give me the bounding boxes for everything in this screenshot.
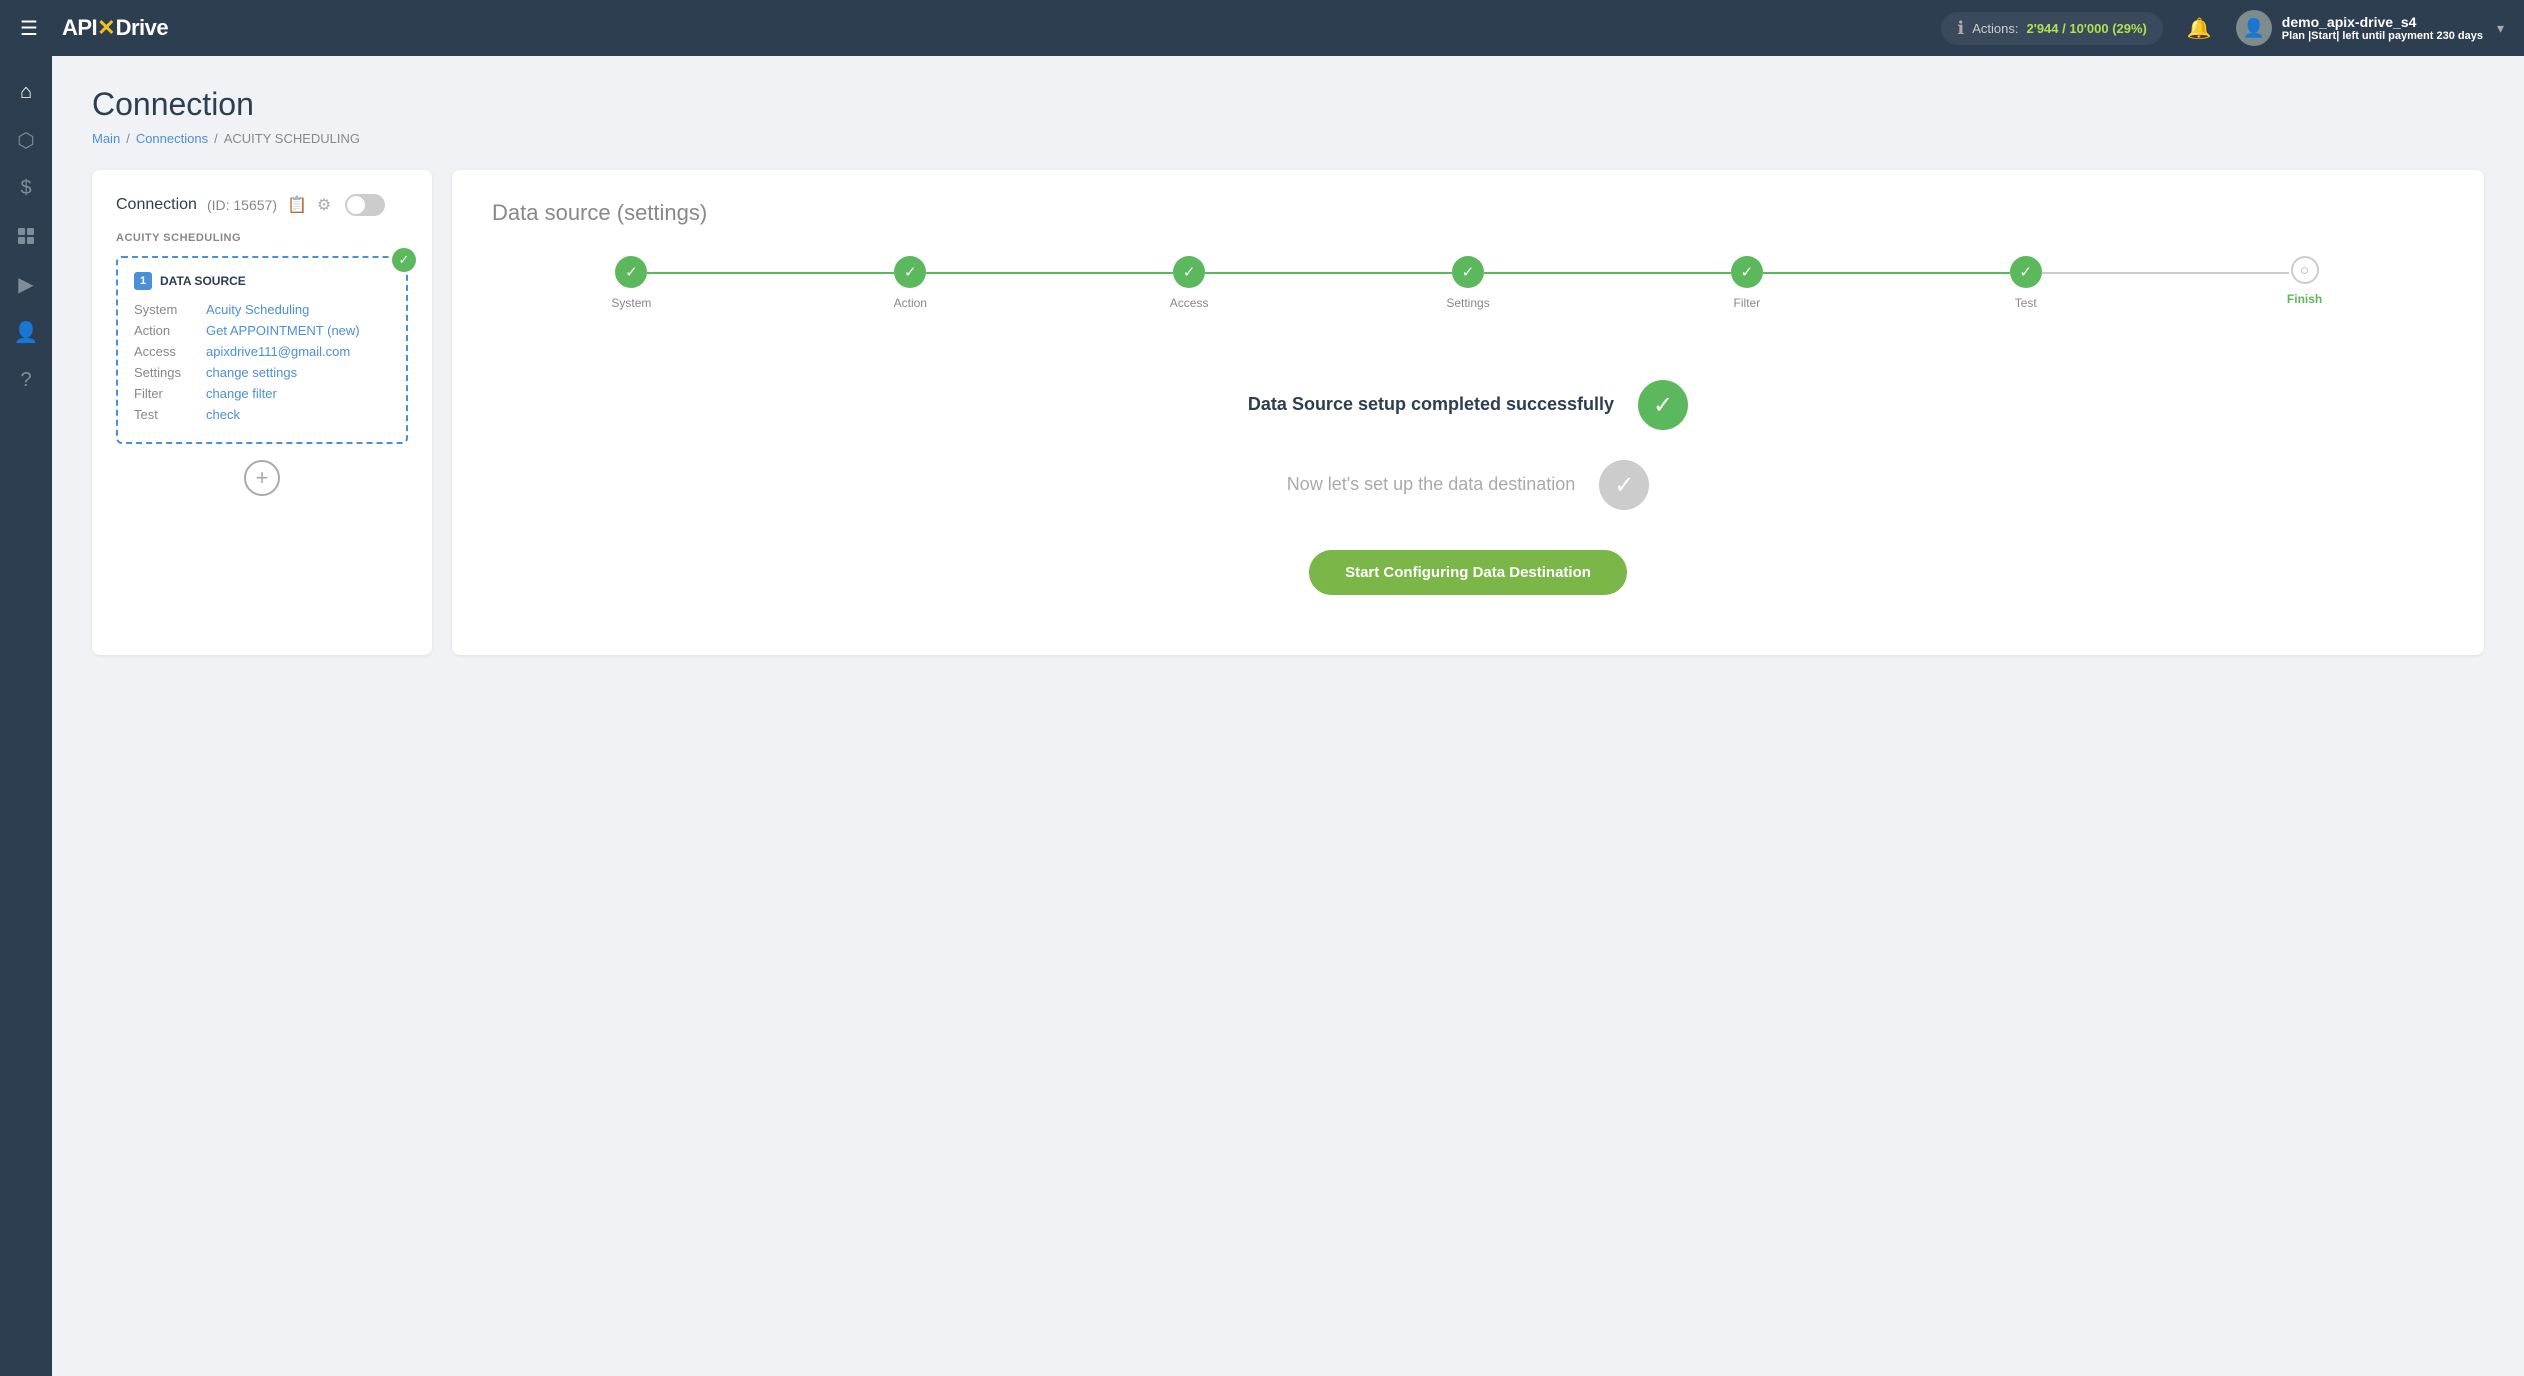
check-circle-gray-icon: ✓ [1599, 460, 1649, 510]
breadcrumb-sep2: / [214, 131, 218, 146]
sidebar-item-help[interactable]: ? [6, 360, 46, 400]
plan-text: Plan |Start| left until payment 230 days [2282, 30, 2483, 42]
step-access[interactable]: ✓ Access [1050, 256, 1329, 310]
bell-icon[interactable]: 🔔 [2187, 16, 2212, 41]
add-data-source-button[interactable]: + [244, 460, 280, 496]
step-circle-settings: ✓ [1452, 256, 1484, 288]
main-layout: ⌂ ⬡ $ ▶ 👤 ? Connection Main / Connection… [0, 56, 2524, 1376]
breadcrumb-sep1: / [126, 131, 130, 146]
sidebar-item-home[interactable]: ⌂ [6, 72, 46, 112]
logo: API ✕ Drive [62, 15, 168, 41]
row-value-filter[interactable]: change filter [206, 386, 277, 401]
step-finish[interactable]: ○ Finish [2165, 256, 2444, 306]
step-circle-access: ✓ [1173, 256, 1205, 288]
connection-id: (ID: 15657) [207, 197, 277, 213]
step-label-settings: Settings [1446, 296, 1489, 310]
gear-icon[interactable]: ⚙ [317, 195, 331, 215]
actions-label: Actions: [1972, 21, 2018, 36]
sidebar-item-connections[interactable]: ⬡ [6, 120, 46, 160]
connection-header: Connection (ID: 15657) 📋 ⚙ [116, 194, 408, 216]
sidebar-item-templates[interactable] [6, 216, 46, 256]
table-row: Access apixdrive111@gmail.com [134, 344, 390, 359]
row-label-test: Test [134, 407, 194, 422]
step-settings[interactable]: ✓ Settings [1329, 256, 1608, 310]
start-configuring-button[interactable]: Start Configuring Data Destination [1309, 550, 1627, 595]
check-circle-green-icon: ✓ [1638, 380, 1688, 430]
row-value-access[interactable]: apixdrive111@gmail.com [206, 344, 350, 359]
success-row-completed: Data Source setup completed successfully… [1248, 380, 1688, 430]
logo-x-icon: ✕ [97, 15, 115, 41]
row-label-action: Action [134, 323, 194, 338]
menu-icon[interactable]: ☰ [20, 16, 38, 41]
step-label-system: System [611, 296, 651, 310]
left-panel: Connection (ID: 15657) 📋 ⚙ ACUITY SCHEDU… [92, 170, 432, 655]
topnav: ☰ API ✕ Drive ℹ Actions: 2'944 / 10'000 … [0, 0, 2524, 56]
row-label-system: System [134, 302, 194, 317]
row-value-test[interactable]: check [206, 407, 240, 422]
step-label-action: Action [894, 296, 927, 310]
row-label-access: Access [134, 344, 194, 359]
success-title: Data Source setup completed successfully [1248, 392, 1614, 417]
panels: Connection (ID: 15657) 📋 ⚙ ACUITY SCHEDU… [92, 170, 2484, 655]
card-title: 1 DATA SOURCE [134, 272, 390, 290]
step-circle-system: ✓ [615, 256, 647, 288]
row-value-action[interactable]: Get APPOINTMENT (new) [206, 323, 360, 338]
right-panel: Data source (settings) ✓ System ✓ Action… [452, 170, 2484, 655]
table-row: Settings change settings [134, 365, 390, 380]
row-value-settings[interactable]: change settings [206, 365, 297, 380]
step-label-filter: Filter [1734, 296, 1761, 310]
connection-label: ACUITY SCHEDULING [116, 232, 408, 244]
content: Connection Main / Connections / ACUITY S… [52, 56, 2524, 1376]
avatar: 👤 [2236, 10, 2272, 46]
next-title: Now let's set up the data destination [1287, 472, 1576, 497]
step-circle-finish: ○ [2291, 256, 2319, 284]
step-filter[interactable]: ✓ Filter [1607, 256, 1886, 310]
table-row: Test check [134, 407, 390, 422]
sidebar-item-account[interactable]: 👤 [6, 312, 46, 352]
step-circle-filter: ✓ [1731, 256, 1763, 288]
actions-value: 2'944 / 10'000 (29%) [2027, 21, 2147, 36]
breadcrumb-main[interactable]: Main [92, 131, 120, 146]
connection-title: Connection [116, 196, 197, 214]
username: demo_apix-drive_s4 [2282, 14, 2483, 30]
user-info: demo_apix-drive_s4 Plan |Start| left unt… [2282, 14, 2483, 42]
success-section: Data Source setup completed successfully… [492, 360, 2444, 625]
row-value-system[interactable]: Acuity Scheduling [206, 302, 309, 317]
step-action[interactable]: ✓ Action [771, 256, 1050, 310]
step-label-access: Access [1170, 296, 1209, 310]
sidebar: ⌂ ⬡ $ ▶ 👤 ? [0, 56, 52, 1376]
right-panel-title: Data source (settings) [492, 200, 2444, 226]
page-title: Connection [92, 86, 2484, 123]
info-icon: ℹ [1957, 18, 1964, 39]
card-check-icon: ✓ [392, 248, 416, 272]
chevron-down-icon: ▾ [2497, 20, 2504, 37]
table-row: System Acuity Scheduling [134, 302, 390, 317]
success-row-next: Now let's set up the data destination ✓ [1287, 460, 1650, 510]
row-label-filter: Filter [134, 386, 194, 401]
steps-track: ✓ System ✓ Action ✓ Access ✓ Settings [492, 256, 2444, 310]
step-system[interactable]: ✓ System [492, 256, 771, 310]
step-circle-action: ✓ [894, 256, 926, 288]
breadcrumb-current: ACUITY SCHEDULING [224, 131, 360, 146]
step-circle-test: ✓ [2010, 256, 2042, 288]
user-area[interactable]: 👤 demo_apix-drive_s4 Plan |Start| left u… [2236, 10, 2504, 46]
table-row: Filter change filter [134, 386, 390, 401]
copy-icon[interactable]: 📋 [287, 195, 307, 215]
logo-text-post: Drive [116, 15, 169, 41]
table-row: Action Get APPOINTMENT (new) [134, 323, 390, 338]
actions-badge: ℹ Actions: 2'944 / 10'000 (29%) [1941, 12, 2162, 45]
toggle-switch[interactable] [345, 194, 385, 216]
data-source-card: ✓ 1 DATA SOURCE System Acuity Scheduling… [116, 256, 408, 444]
sidebar-item-billing[interactable]: $ [6, 168, 46, 208]
row-label-settings: Settings [134, 365, 194, 380]
step-label-test: Test [2015, 296, 2037, 310]
logo-text-pre: API [62, 15, 97, 41]
breadcrumb-connections[interactable]: Connections [136, 131, 208, 146]
card-num: 1 [134, 272, 152, 290]
sidebar-item-video[interactable]: ▶ [6, 264, 46, 304]
step-label-finish: Finish [2287, 292, 2322, 306]
step-test[interactable]: ✓ Test [1886, 256, 2165, 310]
breadcrumb: Main / Connections / ACUITY SCHEDULING [92, 131, 2484, 146]
